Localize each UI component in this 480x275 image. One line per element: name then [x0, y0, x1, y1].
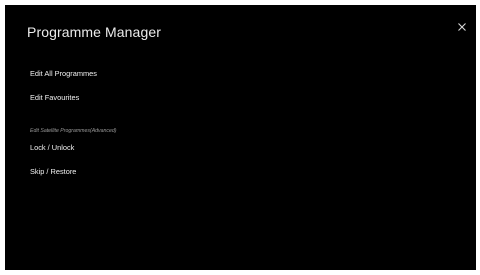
close-icon	[458, 23, 466, 31]
section-label-satellite: Edit Satellite Programmes(Advanced)	[30, 128, 117, 134]
menu-item-lock-unlock[interactable]: Lock / Unlock	[30, 143, 74, 152]
page-title: Programme Manager	[27, 24, 161, 40]
menu-item-edit-all-programmes[interactable]: Edit All Programmes	[30, 69, 97, 78]
programme-manager-screen: Programme Manager Edit All Programmes Ed…	[5, 5, 476, 270]
menu-item-skip-restore[interactable]: Skip / Restore	[30, 167, 76, 176]
menu-item-edit-favourites[interactable]: Edit Favourites	[30, 93, 79, 102]
close-button[interactable]	[455, 20, 469, 34]
